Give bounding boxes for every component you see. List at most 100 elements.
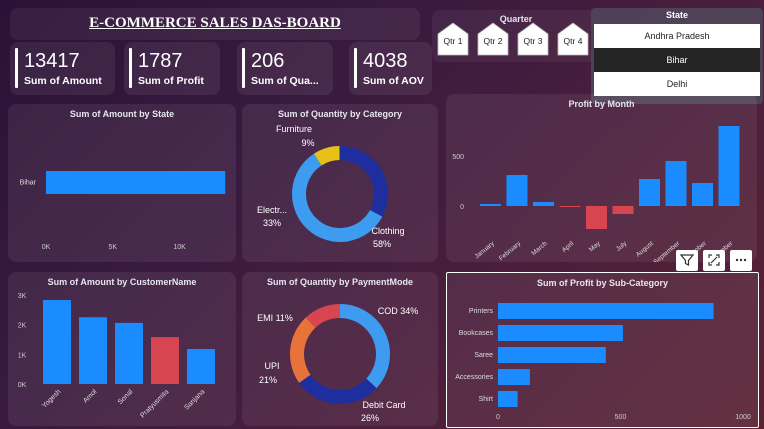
quarter-button-label: Qtr 3 — [523, 36, 543, 46]
kpi-label: Sum of Profit — [138, 75, 204, 87]
slice-pct-upi: 21% — [259, 375, 277, 385]
slice-label-cod: COD 34% — [378, 306, 419, 316]
bar-pratyusmita — [151, 337, 179, 384]
x-tick-label-february: February — [498, 240, 523, 262]
bar-bookcases — [498, 325, 623, 341]
slice-label-furniture: Furniture — [276, 124, 312, 134]
focus-mode-icon[interactable] — [703, 250, 725, 271]
bar-sanjana — [187, 348, 215, 384]
kpi-label: Sum of Qua... — [251, 75, 319, 87]
bar-july — [612, 206, 634, 214]
x-tick-label-sanjana: Sanjana — [183, 388, 206, 411]
category-label-bookcases: Bookcases — [459, 330, 494, 337]
chart-quantity-by-category[interactable]: Sum of Quantity by Category Furniture 9% E… — [242, 104, 438, 262]
y-tick-label: 2K — [18, 323, 27, 330]
x-tick-label-may: May — [588, 240, 602, 254]
x-tick-label-sonal: Sonal — [117, 388, 135, 406]
profit-by-month-svg: 500 0 January February March April May July Augu… — [452, 126, 740, 262]
filter-icon[interactable] — [676, 250, 698, 271]
category-label-printers: Printers — [469, 308, 494, 315]
chart-amount-by-state[interactable]: Sum of Amount by State Bihar 0K 5K 10K — [8, 104, 236, 262]
quarter-button-qtr-2[interactable]: Qtr 2 — [477, 22, 509, 56]
category-label-bihar: Bihar — [20, 180, 37, 187]
slice-label-clothing: Clothing — [371, 226, 404, 236]
x-tick-label-april: April — [561, 240, 576, 254]
kpi-value: 13417 — [24, 50, 80, 72]
state-option-delhi[interactable]: Delhi — [594, 72, 760, 96]
y-tick-label: 500 — [452, 154, 464, 161]
chart-amount-by-customer[interactable]: Sum of Amount by CustomerName 3K 2K 1K 0K Yo… — [8, 272, 236, 426]
kpi-value: 1787 — [138, 50, 183, 72]
category-label-shirt: Shirt — [479, 396, 493, 403]
x-tick-label: 0 — [496, 414, 500, 421]
chart-profit-by-month[interactable]: Profit by Month 500 0 January February March… — [446, 94, 757, 262]
x-tick-label: 10K — [173, 244, 186, 251]
chart-quantity-by-payment[interactable]: Sum of Quantity by PaymentMode COD 34% De… — [242, 272, 438, 426]
y-tick-label: 3K — [18, 293, 27, 300]
kpi-value: 4038 — [363, 50, 408, 72]
dashboard-title: E-COMMERCE SALES DAS-BOARD — [89, 15, 341, 31]
state-option-bihar[interactable]: Bihar — [594, 48, 760, 72]
x-tick-label-january: January — [474, 240, 497, 261]
x-tick-label: 500 — [615, 414, 627, 421]
slice-label-electronics: Electr... — [257, 205, 287, 215]
bar-september — [665, 161, 687, 206]
x-tick-label: 5K — [109, 244, 118, 251]
kpi-card-amount[interactable]: 13417 Sum of Amount — [10, 42, 115, 95]
quarter-button-label: Qtr 1 — [443, 36, 463, 46]
slice-pct-furniture: 9% — [301, 138, 314, 148]
slice-label-emi: EMI 11% — [257, 313, 293, 323]
quarter-button-qtr-1[interactable]: Qtr 1 — [437, 22, 469, 56]
bar-august — [639, 179, 660, 206]
quantity-by-category-svg: Furniture 9% Electr... 33% Clothing 58% — [257, 124, 405, 249]
amount-by-customer-svg: 3K 2K 1K 0K Yogesh Amol Sonal Pratyusmita Sanjan… — [18, 293, 215, 420]
state-slicer-title: State — [665, 10, 688, 20]
quarter-button-label: Qtr 4 — [563, 36, 583, 46]
bar-november — [718, 126, 740, 206]
kpi-value: 206 — [251, 50, 285, 72]
bar-sonal — [115, 322, 143, 384]
kpi-label: Sum of Amount — [24, 75, 102, 87]
slice-pct-debit-card: 26% — [361, 413, 379, 423]
slice-electronics — [339, 146, 388, 217]
slice-pct-electronics: 33% — [263, 218, 281, 228]
kpi-accent-bar — [242, 48, 245, 88]
x-tick-label-july: July — [615, 240, 629, 253]
state-option-andhra-pradesh[interactable]: Andhra Pradesh — [594, 24, 760, 48]
more-options-icon[interactable] — [730, 250, 752, 271]
slice-upi — [290, 317, 316, 383]
x-tick-label-pratyusmita: Pratyusmita — [139, 388, 170, 419]
quarter-button-qtr-3[interactable]: Qtr 3 — [517, 22, 549, 56]
profit-by-subcategory-svg: Printers Bookcases Saree Accessories Shirt 0 5… — [455, 303, 751, 421]
bar-january — [480, 204, 501, 206]
quarter-button-qtr-4[interactable]: Qtr 4 — [557, 22, 589, 56]
state-slicer: State Andhra Pradesh Bihar Delhi — [591, 8, 763, 104]
kpi-accent-bar — [15, 48, 18, 88]
kpi-card-quantity[interactable]: 206 Sum of Qua... — [237, 42, 333, 95]
bar-bihar — [46, 171, 226, 194]
x-tick-label: 0K — [42, 244, 51, 251]
bar-amol — [79, 317, 107, 384]
amount-by-state-svg: Bihar 0K 5K 10K — [20, 171, 226, 251]
title-box: E-COMMERCE SALES DAS-BOARD — [10, 8, 420, 40]
x-tick-label-yogesh: Yogesh — [41, 388, 62, 409]
bar-printers — [498, 303, 714, 319]
kpi-accent-bar — [354, 48, 357, 88]
bar-saree — [498, 347, 606, 363]
kpi-card-profit[interactable]: 1787 Sum of Profit — [124, 42, 220, 95]
chart-profit-by-subcategory[interactable]: Sum of Profit by Sub-Category Printers Bo… — [446, 272, 759, 428]
bar-yogesh — [43, 300, 71, 384]
bar-february — [506, 175, 528, 206]
slice-pct-clothing: 58% — [373, 239, 391, 249]
bar-shirt — [498, 391, 518, 407]
category-label-saree: Saree — [474, 352, 493, 359]
y-tick-label: 1K — [18, 352, 27, 359]
quantity-by-payment-svg: COD 34% Debit Card 26% UPI 21% EMI 11% — [257, 304, 419, 423]
bar-march — [533, 202, 554, 206]
kpi-card-aov[interactable]: 4038 Sum of AOV — [349, 42, 432, 95]
slice-label-debit-card: Debit Card — [362, 400, 405, 410]
slice-label-upi: UPI — [264, 361, 279, 371]
quarter-button-label: Qtr 2 — [483, 36, 503, 46]
bar-may — [586, 206, 607, 229]
x-tick-label-amol: Amol — [82, 388, 99, 405]
